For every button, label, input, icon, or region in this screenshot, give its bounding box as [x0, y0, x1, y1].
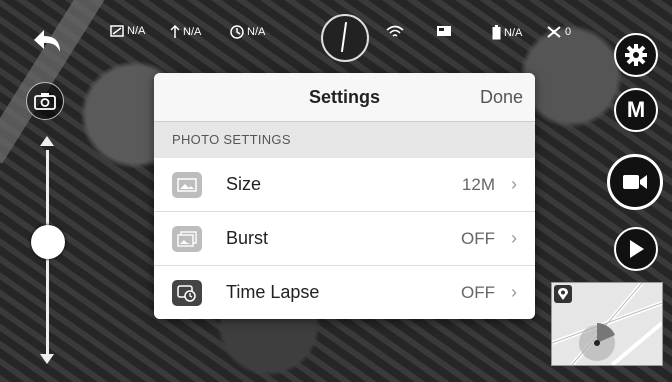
status-signal: N/A: [110, 25, 145, 37]
minimap[interactable]: [551, 282, 663, 366]
mode-button[interactable]: M: [614, 88, 658, 132]
chevron-right-icon: ›: [511, 228, 517, 248]
settings-title: Settings: [308, 87, 380, 107]
time-lapse-value: OFF: [461, 282, 495, 302]
gimbal-slider-thumb[interactable]: [31, 225, 65, 260]
camera-switch-icon: [34, 93, 56, 110]
settings-row-time-lapse[interactable]: Time Lapse OFF ›: [154, 266, 535, 319]
clock-icon: [230, 25, 244, 39]
chevron-right-icon: ›: [511, 282, 517, 302]
camera-switch-button[interactable]: [26, 82, 64, 120]
video-camera-icon: [623, 175, 647, 189]
done-button[interactable]: Done: [480, 87, 523, 108]
record-mode-button[interactable]: [607, 154, 663, 210]
map-view: [552, 283, 662, 365]
playback-button[interactable]: [614, 227, 658, 271]
photo-size-icon: [172, 171, 202, 198]
settings-panel: Settings Done PHOTO SETTINGS Size 12M › …: [154, 73, 535, 319]
signal-value: N/A: [127, 25, 146, 37]
drone-count-value: 0: [565, 26, 572, 38]
back-button[interactable]: [30, 24, 66, 60]
signal-icon: [110, 25, 124, 37]
status-bar: N/A N/A N/A N/A 0: [96, 14, 606, 62]
status-drones: 0: [546, 25, 571, 39]
flight-time-value: N/A: [247, 26, 266, 38]
battery-value: N/A: [504, 26, 523, 39]
status-sd-card: [436, 25, 452, 37]
drone-icon: [547, 26, 561, 38]
status-flight-time: N/A: [230, 25, 265, 39]
burst-icon: [172, 225, 202, 252]
time-lapse-icon: [172, 279, 202, 306]
altitude-icon: [170, 25, 180, 38]
settings-row-burst[interactable]: Burst OFF ›: [154, 212, 535, 266]
slider-down-arrow-icon[interactable]: [40, 354, 54, 364]
burst-value: OFF: [461, 228, 495, 248]
settings-list: Size 12M › Burst OFF › Time Lapse OFF ›: [154, 158, 535, 319]
back-arrow-icon: [34, 30, 60, 52]
battery-icon: [492, 25, 501, 40]
wifi-icon: [386, 25, 404, 37]
settings-row-size[interactable]: Size 12M ›: [154, 158, 535, 212]
burst-label: Burst: [226, 228, 269, 248]
chevron-right-icon: ›: [511, 174, 517, 194]
altitude-value: N/A: [183, 26, 202, 38]
settings-header: Settings Done: [154, 73, 535, 122]
mode-label: M: [626, 97, 646, 122]
size-value: 12M: [461, 174, 495, 194]
time-lapse-label: Time Lapse: [226, 282, 320, 302]
gear-icon: [625, 44, 647, 66]
size-label: Size: [226, 174, 262, 194]
status-altitude: N/A: [170, 25, 201, 39]
compass: [321, 14, 369, 62]
slider-up-arrow-icon[interactable]: [40, 136, 54, 146]
compass-needle: [340, 22, 348, 52]
status-wifi: [386, 25, 404, 39]
play-icon: [630, 240, 644, 258]
status-battery: N/A: [492, 25, 522, 40]
photo-settings-section-header: PHOTO SETTINGS: [154, 122, 535, 158]
sd-card-icon: [437, 26, 451, 36]
settings-button[interactable]: [614, 33, 658, 77]
